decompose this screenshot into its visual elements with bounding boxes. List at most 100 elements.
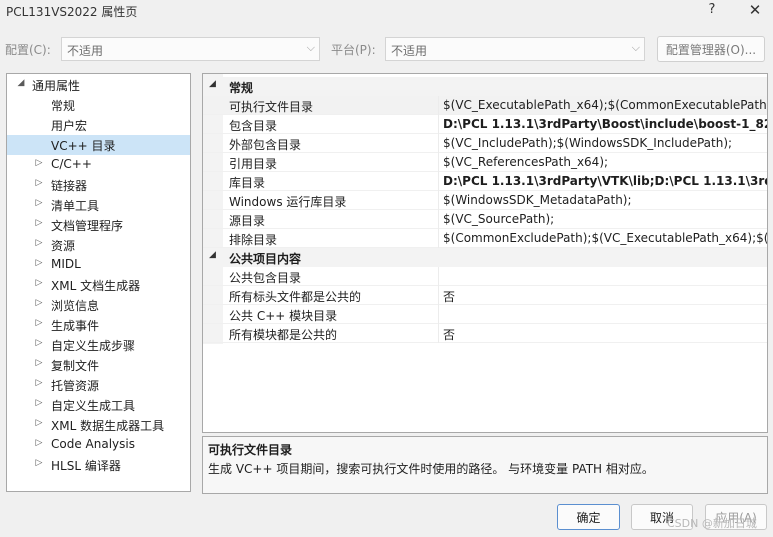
property-name: 外部包含目录	[229, 138, 302, 152]
tree-item-label: 复制文件	[51, 359, 100, 373]
property-value[interactable]: 否	[443, 288, 455, 305]
help-button[interactable]: ?	[702, 2, 722, 17]
property-value[interactable]: $(CommonExcludePath);$(VC_ExecutablePath…	[443, 231, 767, 245]
config-dropdown[interactable]: 不适用 ⌵	[61, 37, 320, 61]
tree-item[interactable]: ▷ 自定义生成步骤	[7, 335, 190, 355]
property-name: 库目录	[229, 176, 266, 190]
configuration-manager-button[interactable]: 配置管理器(O)...	[657, 36, 765, 62]
tree-item[interactable]: ◢ 通用属性	[7, 75, 190, 95]
property-name: 所有模块都是公共的	[229, 328, 338, 342]
platform-value: 不适用	[391, 44, 428, 58]
tree-item-label: 链接器	[51, 179, 88, 193]
tree-item[interactable]: ▷ 浏览信息	[7, 295, 190, 315]
tree-item[interactable]: ▷ 资源	[7, 235, 190, 255]
property-value[interactable]: 否	[443, 326, 455, 343]
property-name: 排除目录	[229, 233, 278, 247]
watermark: CSDN @新加日城	[667, 517, 757, 530]
tree-item[interactable]: VC++ 目录	[7, 135, 190, 155]
property-row[interactable]: 公共包含目录	[203, 267, 767, 286]
config-label: 配置(C):	[5, 43, 51, 57]
tree-item[interactable]: ▷ C/C++	[7, 155, 190, 175]
property-name: 公共 C++ 模块目录	[229, 309, 338, 323]
property-row[interactable]: 所有模块都是公共的 否	[203, 324, 767, 343]
property-row[interactable]: 可执行文件目录 $(VC_ExecutablePath_x64);$(Common…	[203, 96, 767, 115]
tree-item[interactable]: ▷ MIDL	[7, 255, 190, 275]
grid-category[interactable]: ◢ 常规	[203, 77, 767, 96]
property-value[interactable]: D:\PCL 1.13.1\3rdParty\VTK\lib;D:\PCL 1.…	[443, 174, 767, 188]
expand-arrow-icon[interactable]: ▷	[33, 418, 45, 428]
tree-item[interactable]: 用户宏	[7, 115, 190, 135]
expand-arrow-icon[interactable]: ▷	[33, 178, 45, 188]
property-row[interactable]: 所有标头文件都是公共的 否	[203, 286, 767, 305]
platform-label: 平台(P):	[331, 43, 376, 57]
property-value[interactable]: $(VC_SourcePath);	[443, 212, 554, 226]
chevron-down-icon: ⌵	[631, 41, 640, 54]
property-row[interactable]: 库目录 D:\PCL 1.13.1\3rdParty\VTK\lib;D:\PCL…	[203, 172, 767, 191]
property-row[interactable]: 排除目录 $(CommonExcludePath);$(VC_Executable…	[203, 229, 767, 248]
category-label: 常规	[229, 81, 254, 95]
expand-arrow-icon[interactable]: ▷	[33, 318, 45, 328]
ok-button[interactable]: 确定	[557, 504, 620, 530]
expand-arrow-icon[interactable]: ▷	[33, 398, 45, 408]
expand-arrow-icon[interactable]: ▷	[33, 378, 45, 388]
tree-item-label: VC++ 目录	[51, 139, 116, 153]
description-text: 生成 VC++ 项目期间，搜索可执行文件时使用的路径。 与环境变量 PATH 相…	[208, 462, 654, 476]
property-name: 包含目录	[229, 119, 278, 133]
tree-item[interactable]: ▷ 清单工具	[7, 195, 190, 215]
tree-item-label: 常规	[51, 99, 76, 113]
tree-item[interactable]: ▷ 托管资源	[7, 375, 190, 395]
tree-item-label: 通用属性	[32, 79, 81, 93]
expand-arrow-icon[interactable]: ▷	[33, 218, 45, 228]
property-row[interactable]: 引用目录 $(VC_ReferencesPath_x64);	[203, 153, 767, 172]
property-row[interactable]: 公共 C++ 模块目录	[203, 305, 767, 324]
grid-category[interactable]: ◢ 公共项目内容	[203, 248, 767, 267]
collapse-arrow-icon[interactable]: ◢	[15, 78, 27, 88]
tree-item[interactable]: ▷ XML 文档生成器	[7, 275, 190, 295]
property-name: 公共包含目录	[229, 271, 302, 285]
property-value[interactable]: $(VC_ReferencesPath_x64);	[443, 155, 608, 169]
expand-arrow-icon[interactable]: ▷	[33, 278, 45, 288]
expand-arrow-icon[interactable]: ▷	[33, 358, 45, 368]
platform-dropdown[interactable]: 不适用 ⌵	[385, 37, 645, 61]
tree-item[interactable]: ▷ 生成事件	[7, 315, 190, 335]
tree-item-label: C/C++	[51, 157, 92, 171]
chevron-down-icon: ⌵	[306, 41, 315, 54]
property-row[interactable]: Windows 运行库目录 $(WindowsSDK_MetadataPath);	[203, 191, 767, 210]
expand-arrow-icon[interactable]: ▷	[33, 158, 45, 168]
property-value[interactable]: $(WindowsSDK_MetadataPath);	[443, 193, 632, 207]
property-tree: ◢ 通用属性 常规 用户宏 VC++ 目录 ▷ C/C++ ▷ 链接器 ▷ 清单工具 ▷ 文档管理程序 ▷…	[6, 73, 191, 492]
collapse-arrow-icon[interactable]: ◢	[209, 79, 216, 89]
expand-arrow-icon[interactable]: ▷	[33, 458, 45, 468]
tree-item-label: 自定义生成步骤	[51, 339, 136, 353]
property-row[interactable]: 外部包含目录 $(VC_IncludePath);$(WindowsSDK_Inc…	[203, 134, 767, 153]
close-button[interactable]: ✕	[742, 1, 768, 19]
collapse-arrow-icon[interactable]: ◢	[209, 250, 216, 260]
tree-item[interactable]: ▷ 文档管理程序	[7, 215, 190, 235]
tree-item[interactable]: 常规	[7, 95, 190, 115]
property-value[interactable]: $(VC_IncludePath);$(WindowsSDK_IncludePa…	[443, 136, 732, 150]
tree-item[interactable]: ▷ 复制文件	[7, 355, 190, 375]
property-row[interactable]: 源目录 $(VC_SourcePath);	[203, 210, 767, 229]
expand-arrow-icon[interactable]: ▷	[33, 338, 45, 348]
tree-item-label: 浏览信息	[51, 299, 100, 313]
property-row[interactable]: 包含目录 D:\PCL 1.13.1\3rdParty\Boost\include…	[203, 115, 767, 134]
property-name: 所有标头文件都是公共的	[229, 290, 362, 304]
expand-arrow-icon[interactable]: ▷	[33, 298, 45, 308]
tree-item-label: 资源	[51, 239, 76, 253]
expand-arrow-icon[interactable]: ▷	[33, 438, 45, 448]
category-label: 公共项目内容	[229, 252, 302, 266]
config-value: 不适用	[67, 44, 104, 58]
tree-item[interactable]: ▷ Code Analysis	[7, 435, 190, 455]
tree-item[interactable]: ▷ XML 数据生成器工具	[7, 415, 190, 435]
tree-item-label: 生成事件	[51, 319, 100, 333]
expand-arrow-icon[interactable]: ▷	[33, 198, 45, 208]
tree-item[interactable]: ▷ 自定义生成工具	[7, 395, 190, 415]
expand-arrow-icon[interactable]: ▷	[33, 238, 45, 248]
tree-item-label: 用户宏	[51, 119, 88, 133]
property-value[interactable]: $(VC_ExecutablePath_x64);$(CommonExecuta…	[443, 98, 767, 112]
tree-item[interactable]: ▷ HLSL 编译器	[7, 455, 190, 475]
tree-item[interactable]: ▷ 链接器	[7, 175, 190, 195]
description-pane: 可执行文件目录 生成 VC++ 项目期间，搜索可执行文件时使用的路径。 与环境变…	[202, 436, 768, 494]
expand-arrow-icon[interactable]: ▷	[33, 258, 45, 268]
property-value[interactable]: D:\PCL 1.13.1\3rdParty\Boost\include\boo…	[443, 117, 767, 131]
